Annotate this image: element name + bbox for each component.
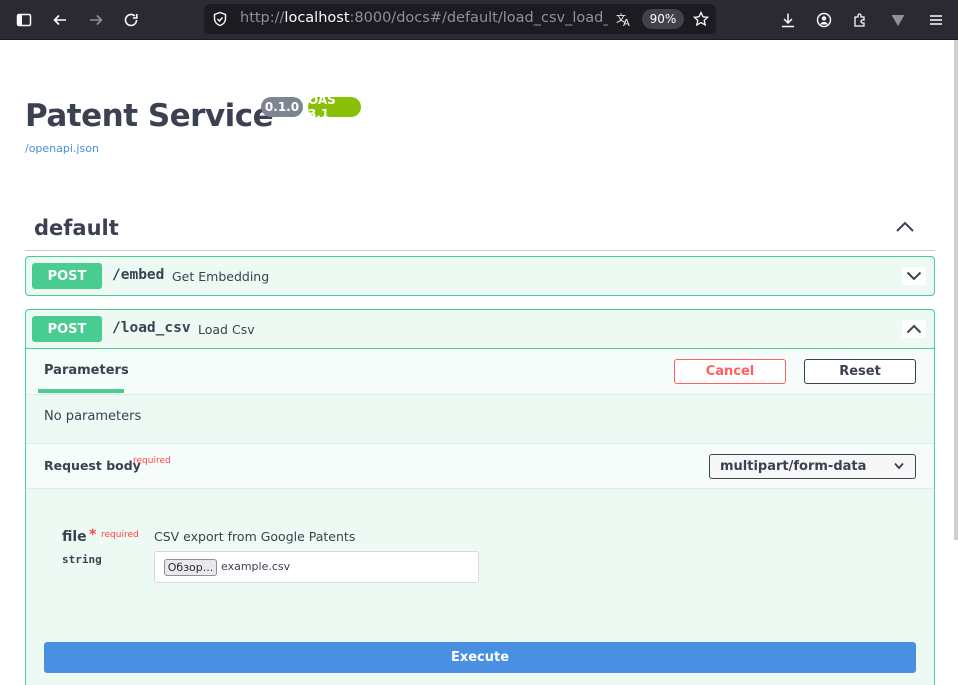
- url-text[interactable]: http://localhost:8000/docs#/default/load…: [240, 10, 608, 26]
- operation-body: Parameters Cancel Reset No parameters Re…: [26, 348, 934, 685]
- url-prefix: http://: [240, 10, 285, 26]
- tab-active-indicator: [38, 389, 124, 393]
- file-input[interactable]: Обзор... example.csv: [154, 551, 479, 583]
- account-icon[interactable]: [812, 8, 836, 32]
- method-badge: POST: [32, 263, 102, 289]
- content-type-select[interactable]: multipart/form-data: [709, 454, 916, 479]
- reload-icon[interactable]: [119, 8, 143, 32]
- menu-icon[interactable]: [924, 8, 948, 32]
- request-body-label: Request body: [44, 458, 141, 473]
- param-required-label: required: [101, 530, 139, 540]
- operation-load-csv[interactable]: POST /load_csv Load Csv Parameters Cance…: [25, 309, 935, 685]
- url-host: localhost: [284, 10, 350, 26]
- version-badge: 0.1.0: [261, 97, 303, 117]
- shield-icon[interactable]: [208, 7, 232, 31]
- url-bar[interactable]: http://localhost:8000/docs#/default/load…: [204, 4, 716, 34]
- bookmark-star-icon[interactable]: [689, 7, 713, 31]
- section-divider: [25, 250, 935, 251]
- cancel-button[interactable]: Cancel: [674, 359, 786, 384]
- forward-icon[interactable]: [84, 8, 108, 32]
- translate-icon[interactable]: 文A: [612, 7, 636, 31]
- operation-path: /embed: [112, 267, 165, 283]
- section-title[interactable]: default: [34, 216, 119, 240]
- operation-path: /load_csv: [112, 320, 191, 336]
- page-scrollbar[interactable]: [954, 40, 958, 540]
- param-name: file: [62, 529, 87, 545]
- tab-parameters[interactable]: Parameters: [44, 363, 129, 378]
- vpn-icon[interactable]: [886, 8, 910, 32]
- parameters-header: Parameters Cancel Reset: [26, 349, 934, 395]
- request-body-header: Request body required multipart/form-dat…: [26, 443, 934, 489]
- chevron-down-icon[interactable]: [902, 267, 926, 285]
- reset-button[interactable]: Reset: [804, 359, 916, 384]
- browse-button[interactable]: Обзор...: [164, 559, 217, 576]
- browser-toolbar: http://localhost:8000/docs#/default/load…: [0, 0, 958, 40]
- download-icon[interactable]: [776, 8, 800, 32]
- required-star: *: [89, 527, 97, 543]
- url-rest: :8000/docs#/default/load_csv_load_c: [349, 10, 608, 26]
- chosen-file-name: example.csv: [221, 560, 291, 573]
- svg-text:A: A: [623, 18, 630, 27]
- execute-button[interactable]: Execute: [44, 642, 916, 673]
- swagger-page: Patent Service 0.1.0 OAS 3.1 /openapi.js…: [0, 40, 958, 685]
- content-type-value: multipart/form-data: [720, 459, 867, 474]
- chevron-up-icon[interactable]: [902, 320, 926, 338]
- zoom-level[interactable]: 90%: [642, 9, 684, 29]
- page-title: Patent Service: [25, 98, 274, 134]
- operation-summary: Load Csv: [198, 322, 255, 337]
- sidebar-toggle-icon[interactable]: [12, 8, 36, 32]
- chevron-up-icon[interactable]: [895, 220, 915, 234]
- param-description: CSV export from Google Patents: [154, 529, 356, 544]
- openapi-link[interactable]: /openapi.json: [25, 142, 99, 155]
- back-icon[interactable]: [48, 8, 72, 32]
- operation-summary: Get Embedding: [172, 269, 270, 284]
- required-label: required: [133, 456, 171, 466]
- oas-badge: OAS 3.1: [308, 93, 361, 121]
- extensions-icon[interactable]: [848, 8, 872, 32]
- operation-embed[interactable]: POST /embed Get Embedding: [25, 256, 935, 296]
- param-type: string: [62, 553, 102, 566]
- no-parameters-text: No parameters: [44, 409, 142, 424]
- chevron-down-icon: [894, 462, 904, 470]
- method-badge: POST: [32, 316, 102, 342]
